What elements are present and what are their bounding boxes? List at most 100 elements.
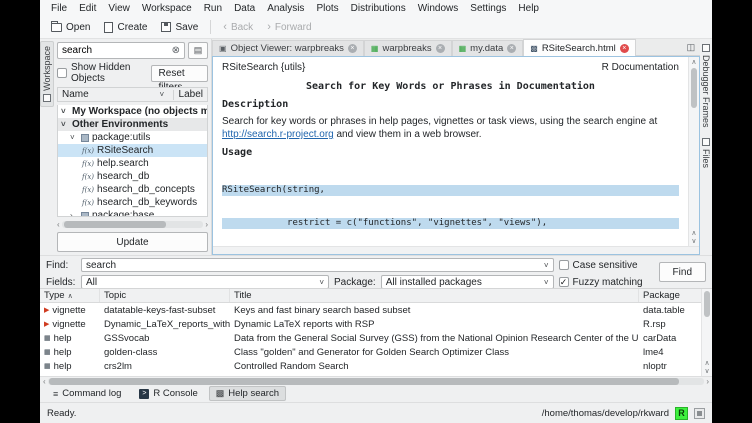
toolbar-separator	[210, 20, 211, 34]
r-engine-status-badge[interactable]: R	[675, 407, 688, 420]
close-tab-icon[interactable]: ×	[348, 44, 357, 53]
menu-item-distributions[interactable]: Distributions	[345, 2, 412, 15]
tree-horizontal-scrollbar[interactable]: ‹ ›	[57, 220, 208, 229]
expander-icon[interactable]: ˅	[61, 120, 69, 129]
update-button[interactable]: Update	[57, 232, 208, 252]
expander-icon[interactable]: ›	[70, 211, 78, 217]
package-combobox[interactable]: All installed packages ˅	[381, 275, 554, 289]
back-button[interactable]: ‹ Back	[216, 20, 260, 35]
scrollbar-track[interactable]	[62, 221, 204, 228]
close-tab-icon[interactable]: ×	[507, 44, 516, 53]
fuzzy-matching-checkbox[interactable]: ✓	[559, 277, 569, 287]
menu-item-data[interactable]: Data	[228, 2, 261, 15]
tree-item-package-base[interactable]: › package:base	[58, 209, 207, 217]
menu-item-edit[interactable]: Edit	[73, 2, 102, 15]
menu-item-windows[interactable]: Windows	[412, 2, 465, 15]
expander-icon[interactable]: ˅	[61, 107, 69, 116]
tab-my-data[interactable]: ▦ my.data ×	[452, 40, 524, 56]
find-button[interactable]: Find	[659, 262, 706, 282]
tree-item-help-search[interactable]: f(x) help.search	[58, 157, 207, 170]
type-column-header[interactable]: Type ∧	[40, 289, 100, 302]
filter-options-button[interactable]: ▤	[188, 42, 208, 59]
object-filter-field[interactable]: ⊗	[57, 42, 185, 59]
tree-item-hsearch-db-keywords[interactable]: f(x) hsearch_db_keywords	[58, 196, 207, 209]
clear-filter-icon[interactable]: ⊗	[172, 45, 180, 56]
forward-button[interactable]: › Forward	[260, 20, 318, 35]
label-column-header[interactable]: Label	[179, 89, 203, 100]
open-button[interactable]: Open	[44, 20, 97, 35]
split-view-button[interactable]: ◫	[682, 40, 700, 56]
r-console-tool-button[interactable]: > R Console	[132, 386, 204, 401]
save-button[interactable]: Save	[154, 20, 205, 35]
menu-item-help[interactable]: Help	[512, 2, 545, 15]
workspace-browser-panel: ⊗ ▤ Show Hidden Objects Reset filters Na…	[54, 39, 212, 255]
topic-column-header[interactable]: Topic	[100, 289, 230, 302]
scrollbar-thumb[interactable]	[691, 68, 697, 108]
workspace-tool-tab[interactable]: Workspace	[40, 41, 54, 107]
menu-item-view[interactable]: View	[102, 2, 136, 15]
name-column-header[interactable]: Name	[62, 89, 157, 100]
result-row-datatable-keys[interactable]: ▶vignette datatable-keys-fast-subset Key…	[40, 303, 701, 317]
tree-item-my-workspace[interactable]: ˅ My Workspace (no objects matching filt…	[58, 105, 207, 118]
menu-item-file[interactable]: File	[45, 2, 73, 15]
tab-warpbreaks[interactable]: ▦ warpbreaks ×	[364, 40, 452, 56]
tree-item-rsitesearch[interactable]: f(x) RSiteSearch	[58, 144, 207, 157]
tab-object-viewer-warpbreaks[interactable]: ▣ Object Viewer: warpbreaks ×	[212, 40, 364, 56]
document-horizontal-scrollbar[interactable]	[213, 246, 699, 254]
result-row-dynamic-latex[interactable]: ▶vignette Dynamic_LaTeX_reports_with_RSP…	[40, 317, 701, 331]
tree-item-other-environments[interactable]: ˅ Other Environments	[58, 118, 207, 131]
menu-item-run[interactable]: Run	[198, 2, 228, 15]
result-row-golden-class[interactable]: ▦help golden-class Class "golden" and Ge…	[40, 345, 701, 359]
scrollbar-thumb[interactable]	[704, 291, 710, 317]
interrupt-icon[interactable]	[694, 408, 705, 419]
scroll-left-icon[interactable]: ‹	[57, 220, 60, 229]
close-tab-icon[interactable]: ×	[620, 44, 629, 53]
results-horizontal-scrollbar[interactable]: ‹ ›	[40, 376, 712, 385]
split-view-icon: ◫	[687, 42, 696, 53]
reset-filters-button[interactable]: Reset filters	[151, 65, 208, 82]
tree-item-hsearch-db-concepts[interactable]: f(x) hsearch_db_concepts	[58, 183, 207, 196]
menu-item-settings[interactable]: Settings	[464, 2, 512, 15]
scroll-right-icon[interactable]: ›	[205, 220, 208, 229]
tree-item-hsearch-db[interactable]: f(x) hsearch_db	[58, 170, 207, 183]
find-term-combobox[interactable]: search ˅	[81, 258, 554, 272]
show-hidden-objects-checkbox[interactable]	[57, 68, 67, 78]
close-tab-icon[interactable]: ×	[436, 44, 445, 53]
scroll-up-icon[interactable]: ∧	[704, 359, 709, 367]
scroll-down-icon[interactable]: ∨	[704, 367, 709, 375]
search-r-project-link[interactable]: http://search.r-project.org	[222, 129, 334, 140]
object-viewer-icon: ▣	[219, 44, 227, 53]
scrollbar-track[interactable]	[48, 378, 705, 385]
title-column-header[interactable]: Title	[230, 289, 639, 302]
debugger-frames-tool-tab[interactable]: Debugger Frames	[700, 41, 712, 131]
fuzzy-matching-option[interactable]: ✓ Fuzzy matching	[559, 277, 651, 288]
fields-combobox[interactable]: All ˅	[81, 275, 329, 289]
package-icon	[81, 134, 89, 142]
expander-icon[interactable]: ˅	[70, 133, 78, 142]
results-vertical-scrollbar[interactable]: ∧ ∨	[701, 289, 712, 376]
tree-item-package-utils[interactable]: ˅ package:utils	[58, 131, 207, 144]
command-log-tool-button[interactable]: ≡ Command log	[46, 386, 128, 401]
tree-column-header: Name ˅ Label	[57, 87, 208, 102]
name-column-dropdown-icon[interactable]: ˅	[160, 90, 168, 99]
result-row-crs2lm[interactable]: ▦help crs2lm Controlled Random Search nl…	[40, 359, 701, 373]
menu-item-plots[interactable]: Plots	[310, 2, 344, 15]
result-row-gssvocab[interactable]: ▦help GSSvocab Data from the General Soc…	[40, 331, 701, 345]
help-search-tool-button[interactable]: ▩ Help search	[209, 386, 286, 401]
document-vertical-scrollbar[interactable]: ∧ ∧ ∨	[688, 57, 699, 246]
scrollbar-thumb[interactable]	[64, 221, 166, 228]
files-tool-tab[interactable]: Files	[700, 135, 712, 171]
scroll-up-icon[interactable]: ∧	[691, 58, 696, 66]
create-button[interactable]: Create	[97, 20, 154, 35]
scroll-down-icon[interactable]: ∨	[691, 237, 696, 245]
object-filter-input[interactable]	[62, 45, 172, 56]
scrollbar-thumb[interactable]	[49, 378, 679, 385]
result-package: data.table	[643, 305, 685, 316]
menu-item-workspace[interactable]: Workspace	[136, 2, 198, 15]
case-sensitive-option[interactable]: Case sensitive	[559, 260, 651, 271]
menu-item-analysis[interactable]: Analysis	[261, 2, 310, 15]
case-sensitive-checkbox[interactable]	[559, 260, 569, 270]
scroll-up-icon[interactable]: ∧	[691, 229, 696, 237]
package-column-header[interactable]: Package	[639, 289, 701, 302]
tab-rsitesearch-html[interactable]: ▩ RSiteSearch.html ×	[523, 39, 635, 56]
